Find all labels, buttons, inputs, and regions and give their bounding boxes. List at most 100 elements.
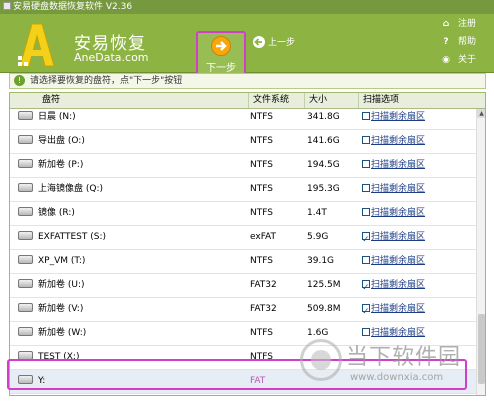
scroll-up-icon[interactable]: ▲ [477, 109, 485, 118]
scan-remaining-label[interactable]: 扫描剩余扇区 [371, 136, 425, 146]
drive-icon [18, 207, 33, 216]
scan-remaining-label[interactable]: 扫描剩余扇区 [371, 280, 425, 290]
drive-label: 上海镜像盘 (Q:) [38, 184, 103, 194]
drive-label: 镜像 (R:) [38, 208, 75, 218]
logo-a-icon [18, 23, 55, 67]
drive-name-cell: 日晨 (N:) [18, 109, 76, 130]
scan-remaining-label[interactable]: 扫描剩余扇区 [371, 112, 425, 122]
instruction-bar: ! 请选择要恢复的盘符，点"下一步"按钮 [9, 73, 486, 89]
filesystem-cell: NTFS [250, 208, 273, 218]
filesystem-cell: FAT32 [250, 304, 277, 314]
scan-remaining-label[interactable]: 扫描剩余扇区 [371, 304, 425, 314]
scan-remaining-checkbox[interactable] [362, 184, 370, 192]
help-link[interactable]: ? 帮助 [440, 35, 476, 49]
scan-remaining-checkbox[interactable] [362, 112, 370, 120]
window-title: 安易硬盘数据恢复软件 V2.36 [13, 2, 133, 12]
header-size[interactable]: 大小 [304, 93, 358, 108]
prev-step-button[interactable]: 上一步 [253, 35, 295, 49]
drive-label: 导出盘 (O:) [38, 136, 85, 146]
scan-remaining-label[interactable]: 扫描剩余扇区 [371, 184, 425, 194]
watermark-url: www.downxia.com [350, 372, 444, 383]
scan-remaining-checkbox[interactable] [362, 256, 370, 264]
drive-icon [18, 255, 33, 264]
app-icon [3, 2, 11, 10]
watermark-logo-icon [300, 339, 342, 381]
drive-icon [18, 183, 33, 192]
drive-label: 新加卷 (P:) [38, 160, 84, 170]
filesystem-cell: NTFS [250, 160, 273, 170]
next-step-button[interactable]: 下一步 [196, 31, 246, 78]
scan-option-cell[interactable]: 扫描剩余扇区 [362, 202, 425, 226]
scan-remaining-label[interactable]: 扫描剩余扇区 [371, 208, 425, 218]
drive-icon [18, 303, 33, 312]
filesystem-cell: FAT32 [250, 280, 277, 290]
size-cell: 125.5M [307, 280, 341, 290]
drive-label: 新加卷 (V:) [38, 304, 84, 314]
scan-remaining-checkbox[interactable] [362, 229, 370, 251]
scan-option-cell[interactable]: 扫描剩余扇区 [362, 226, 425, 251]
table-header: 盘符 文件系统 大小 扫描选项 [10, 93, 485, 109]
size-cell: 5.9G [307, 232, 329, 242]
scan-remaining-checkbox[interactable] [362, 277, 370, 299]
arrow-left-icon [253, 35, 265, 48]
register-icon: ⌂ [442, 19, 450, 29]
table-row[interactable]: 新加卷 (U:) FAT32 125.5M 扫描剩余扇区 [10, 274, 476, 299]
filesystem-cell: NTFS [250, 112, 273, 122]
table-row[interactable]: 导出盘 (O:) NTFS 141.6G 扫描剩余扇区 [10, 130, 476, 154]
scan-option-cell[interactable]: 扫描剩余扇区 [362, 109, 425, 130]
scan-option-cell[interactable]: 扫描剩余扇区 [362, 130, 425, 154]
header-drive[interactable]: 盘符 [10, 93, 250, 108]
scan-remaining-checkbox[interactable] [362, 160, 370, 168]
register-link[interactable]: ⌂ 注册 [440, 17, 476, 31]
header-filesystem[interactable]: 文件系统 [248, 93, 304, 108]
drive-icon [18, 135, 33, 144]
scan-option-cell[interactable]: 扫描剩余扇区 [362, 178, 425, 202]
drive-name-cell: 新加卷 (P:) [18, 154, 83, 178]
drive-icon [18, 327, 33, 336]
drive-label: 新加卷 (W:) [38, 328, 87, 338]
next-step-label: 下一步 [206, 63, 236, 74]
app-header: 安易恢复 AneData.com 下一步 上一步 ⌂ 注册 ? 帮助 ◉ 关于 [0, 14, 494, 78]
size-cell: 194.5G [307, 160, 340, 170]
size-cell: 509.8M [307, 304, 341, 314]
table-row[interactable]: EXFATTEST (S:) exFAT 5.9G 扫描剩余扇区 [10, 226, 476, 251]
scan-option-cell[interactable]: 扫描剩余扇区 [362, 298, 425, 323]
scan-remaining-checkbox[interactable] [362, 136, 370, 144]
watermark-text: 当下软件园 [346, 345, 462, 370]
table-row[interactable]: XP_VM (T:) NTFS 39.1G 扫描剩余扇区 [10, 250, 476, 274]
scan-remaining-label[interactable]: 扫描剩余扇区 [371, 232, 425, 242]
filesystem-cell: NTFS [250, 256, 273, 266]
watermark: 当下软件园 www.downxia.com [300, 336, 490, 396]
drive-label: EXFATTEST (S:) [38, 232, 107, 242]
drive-icon [18, 111, 33, 120]
table-row[interactable]: 上海镜像盘 (Q:) NTFS 195.3G 扫描剩余扇区 [10, 178, 476, 202]
drive-label: 新加卷 (U:) [38, 280, 85, 290]
filesystem-cell: NTFS [250, 328, 273, 338]
drive-label: 日晨 (N:) [38, 112, 76, 122]
info-icon: ! [14, 75, 25, 86]
table-row[interactable]: 日晨 (N:) NTFS 341.8G 扫描剩余扇区 [10, 109, 476, 130]
header-scan-options[interactable]: 扫描选项 [358, 93, 485, 108]
about-icon: ◉ [442, 55, 450, 65]
scan-remaining-label[interactable]: 扫描剩余扇区 [371, 160, 425, 170]
instruction-text: 请选择要恢复的盘符，点"下一步"按钮 [30, 76, 183, 86]
brand-site: AneData.com [74, 51, 149, 64]
table-row[interactable]: 新加卷 (V:) FAT32 509.8M 扫描剩余扇区 [10, 298, 476, 323]
scan-option-cell[interactable]: 扫描剩余扇区 [362, 274, 425, 299]
filesystem-cell: NTFS [250, 184, 273, 194]
scan-option-cell[interactable]: 扫描剩余扇区 [362, 250, 425, 274]
drive-label: XP_VM (T:) [38, 256, 86, 266]
table-row[interactable]: 镜像 (R:) NTFS 1.4T 扫描剩余扇区 [10, 202, 476, 226]
filesystem-cell: exFAT [250, 232, 277, 242]
arrow-right-icon [211, 36, 231, 56]
scan-remaining-label[interactable]: 扫描剩余扇区 [371, 256, 425, 266]
drive-name-cell: EXFATTEST (S:) [18, 226, 106, 250]
scan-remaining-checkbox[interactable] [362, 301, 370, 323]
scan-remaining-checkbox[interactable] [362, 328, 370, 336]
about-link[interactable]: ◉ 关于 [440, 53, 476, 67]
drive-name-cell: XP_VM (T:) [18, 250, 85, 274]
size-cell: 39.1G [307, 256, 335, 266]
table-row[interactable]: 新加卷 (P:) NTFS 194.5G 扫描剩余扇区 [10, 154, 476, 178]
scan-remaining-checkbox[interactable] [362, 208, 370, 216]
scan-option-cell[interactable]: 扫描剩余扇区 [362, 154, 425, 178]
